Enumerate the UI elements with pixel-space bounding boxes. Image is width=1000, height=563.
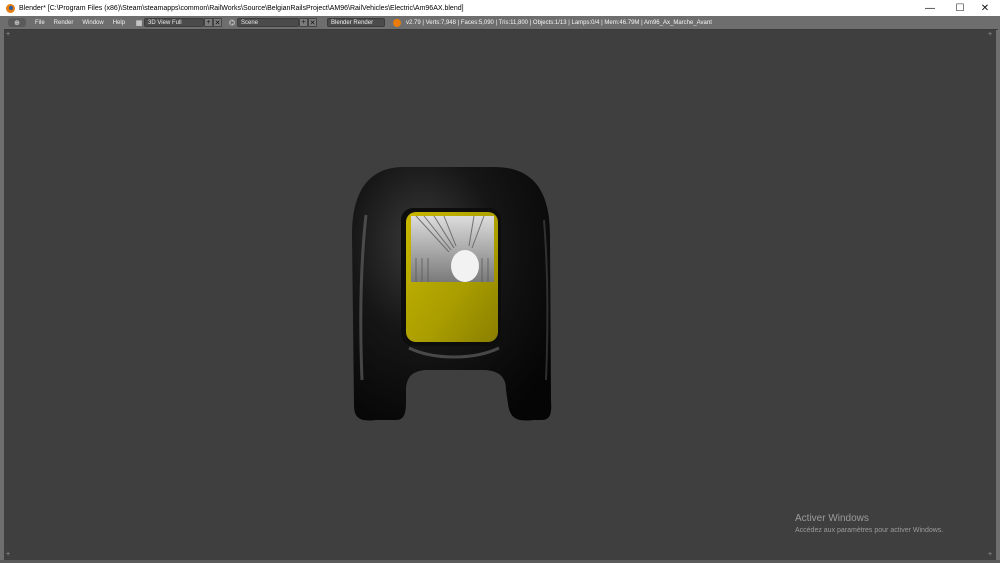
scene-selector: ⌬ Scene + ✕ — [227, 18, 318, 27]
train-cab-model — [352, 167, 552, 421]
close-button[interactable]: ✕ — [970, 0, 1000, 16]
minimize-button[interactable]: — — [915, 0, 945, 16]
tunnel-exit — [451, 250, 479, 282]
3d-viewport[interactable]: + + + + Activer Windows Accédez aux para… — [4, 30, 996, 560]
remove-scene-button[interactable]: ✕ — [308, 18, 318, 27]
menu-window[interactable]: Window — [82, 20, 103, 26]
right-border — [996, 16, 1000, 563]
activation-watermark-title: Activer Windows — [795, 513, 869, 524]
add-layout-button[interactable]: + — [204, 18, 214, 27]
remove-layout-button[interactable]: ✕ — [213, 18, 223, 27]
info-header: ⊕ File Render Window Help ▦ 3D View Full… — [4, 16, 998, 30]
blender-icon — [393, 18, 402, 27]
menu-file[interactable]: File — [35, 20, 45, 26]
window-titlebar: Blender* [C:\Program Files (x86)\Steam\s… — [0, 0, 1000, 17]
editor-type-button[interactable]: ⊕ — [8, 18, 26, 27]
layout-grid-icon[interactable]: ▦ — [134, 18, 144, 27]
render-engine-dropdown[interactable]: Blender Render — [327, 18, 386, 27]
blender-logo-icon — [6, 3, 15, 13]
menu-render[interactable]: Render — [54, 20, 74, 26]
menu-help[interactable]: Help — [113, 20, 125, 26]
activation-watermark-subtitle: Accédez aux paramètres pour activer Wind… — [795, 527, 944, 534]
screen-layout-selector: ▦ 3D View Full + ✕ — [134, 18, 223, 27]
scene-icon[interactable]: ⌬ — [227, 18, 237, 27]
scene-field[interactable]: Scene — [237, 18, 300, 27]
screen-layout-field[interactable]: 3D View Full — [144, 18, 205, 27]
add-scene-button[interactable]: + — [299, 18, 309, 27]
window-title: Blender* [C:\Program Files (x86)\Steam\s… — [19, 4, 464, 12]
scene-stats: v2.79 | Verts:7,948 | Faces:5,090 | Tris… — [406, 19, 712, 26]
